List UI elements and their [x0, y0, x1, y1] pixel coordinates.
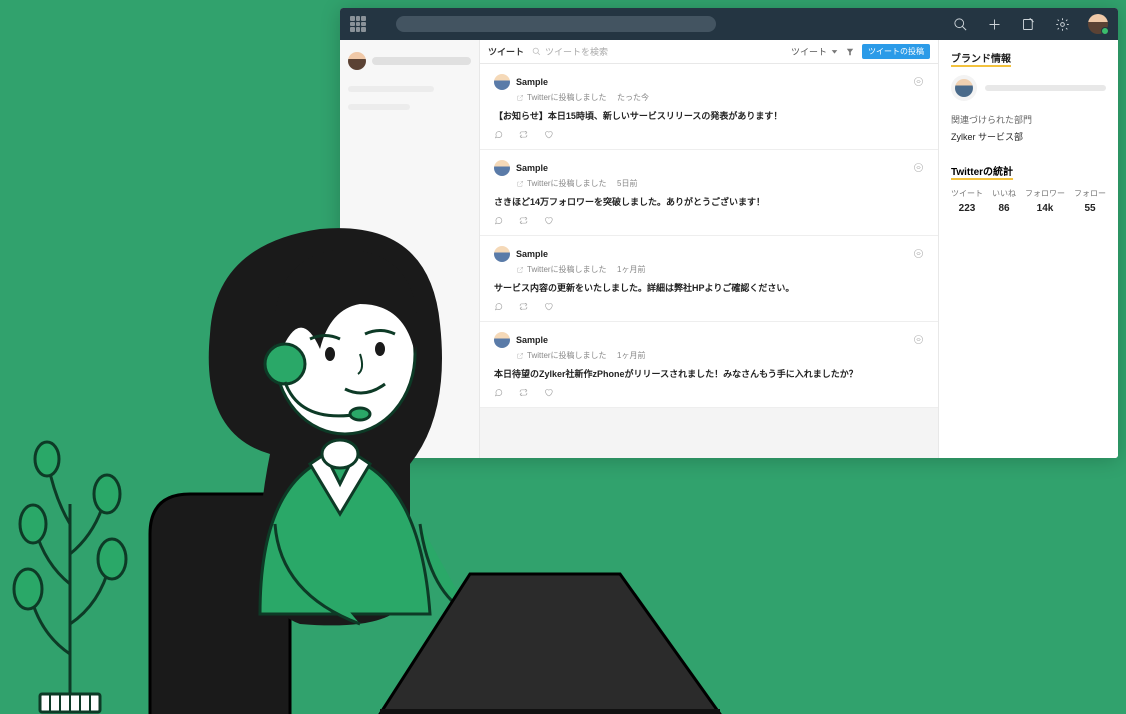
search-icon[interactable] — [952, 16, 968, 32]
retweet-icon[interactable] — [519, 302, 528, 311]
note-icon[interactable] — [1020, 16, 1036, 32]
like-icon[interactable] — [544, 302, 553, 311]
post-avatar — [494, 160, 510, 176]
placeholder-line — [348, 104, 410, 110]
external-link-icon — [516, 180, 524, 188]
feed-search-placeholder: ツイートを検索 — [545, 45, 608, 58]
retweet-icon[interactable] — [519, 216, 528, 225]
external-link-icon — [516, 94, 524, 102]
retweet-icon[interactable] — [519, 388, 528, 397]
stat-likes: いいね86 — [992, 188, 1016, 214]
brand-info-title: ブランド情報 — [951, 50, 1106, 65]
filter-icon[interactable] — [846, 48, 854, 56]
post-avatar — [494, 332, 510, 348]
gear-icon[interactable] — [1054, 16, 1070, 32]
brand-mark-icon — [913, 160, 924, 178]
post-actions — [494, 216, 924, 225]
like-icon[interactable] — [544, 388, 553, 397]
post-body: サービス内容の更新をいたしました。詳細は弊社HPよりご確認ください。 — [494, 281, 924, 294]
feed-search-input[interactable]: ツイートを検索 — [532, 45, 783, 58]
post-body: さきほど14万フォロワーを突破しました。ありがとうございます！ — [494, 195, 924, 208]
brand-mark-icon — [913, 246, 924, 264]
reply-icon[interactable] — [494, 130, 503, 139]
user-avatar[interactable] — [1088, 14, 1108, 34]
external-link-icon — [516, 352, 524, 360]
placeholder-line — [372, 57, 471, 65]
post-meta: Twitterに投稿しました たった今 — [516, 92, 924, 103]
post-actions — [494, 388, 924, 397]
reply-icon[interactable] — [494, 216, 503, 225]
topbar — [340, 8, 1118, 40]
apps-menu-icon[interactable] — [350, 16, 366, 32]
placeholder-line — [985, 85, 1106, 91]
placeholder-line — [348, 86, 434, 92]
external-link-icon — [516, 266, 524, 274]
compose-tweet-button[interactable]: ツイートの投稿 — [862, 44, 930, 59]
right-panel: ブランド情報 関連づけられた部門 Zylker サービス部 Twitterの統計… — [938, 40, 1118, 458]
dept-label: 関連づけられた部門 — [951, 113, 1106, 126]
feed-header: ツイート ツイートを検索 ツイート ツイートの投稿 — [480, 40, 938, 64]
post-actions — [494, 302, 924, 311]
post-avatar — [494, 246, 510, 262]
post-body: 【お知らせ】本日15時頃、新しいサービスリリースの発表があります！ — [494, 109, 924, 122]
brand-mark-icon — [913, 332, 924, 350]
stat-tweets: ツイート223 — [951, 188, 983, 214]
post-item: Sample Twitterに投稿しました 1ヶ月前 本日待望のZylker社新… — [480, 322, 938, 408]
post-item: Sample Twitterに投稿しました たった今 【お知らせ】本日15時頃、… — [480, 64, 938, 150]
post-body: 本日待望のZylker社新作zPhoneがリリースされました！みなさんもう手に入… — [494, 367, 924, 380]
brand-mark-icon — [913, 74, 924, 92]
post-actions — [494, 130, 924, 139]
like-icon[interactable] — [544, 216, 553, 225]
post-author: Sample — [516, 249, 548, 259]
sidebar-user[interactable] — [348, 48, 471, 74]
reply-icon[interactable] — [494, 388, 503, 397]
avatar — [348, 52, 366, 70]
stat-followers: フォロワー14k — [1025, 188, 1065, 214]
brand-avatar — [951, 75, 977, 101]
dept-value: Zylker サービス部 — [951, 130, 1106, 143]
left-sidebar — [340, 40, 480, 458]
feed-filter-dropdown[interactable]: ツイート — [791, 45, 838, 58]
stats-row: ツイート223 いいね86 フォロワー14k フォロー55 — [951, 188, 1106, 214]
app-window: ツイート ツイートを検索 ツイート ツイートの投稿 Sample Twitter… — [340, 8, 1118, 458]
like-icon[interactable] — [544, 130, 553, 139]
post-meta: Twitterに投稿しました 1ヶ月前 — [516, 350, 924, 361]
post-item: Sample Twitterに投稿しました 1ヶ月前 サービス内容の更新をいたし… — [480, 236, 938, 322]
reply-icon[interactable] — [494, 302, 503, 311]
post-meta: Twitterに投稿しました 5日前 — [516, 178, 924, 189]
post-author: Sample — [516, 335, 548, 345]
feed-panel: ツイート ツイートを検索 ツイート ツイートの投稿 Sample Twitter… — [480, 40, 938, 458]
add-icon[interactable] — [986, 16, 1002, 32]
feed-list: Sample Twitterに投稿しました たった今 【お知らせ】本日15時頃、… — [480, 64, 938, 458]
post-avatar — [494, 74, 510, 90]
feed-tab[interactable]: ツイート — [488, 45, 524, 58]
post-meta: Twitterに投稿しました 1ヶ月前 — [516, 264, 924, 275]
post-item: Sample Twitterに投稿しました 5日前 さきほど14万フォロワーを突… — [480, 150, 938, 236]
post-author: Sample — [516, 77, 548, 87]
post-author: Sample — [516, 163, 548, 173]
global-search-input[interactable] — [396, 16, 716, 32]
retweet-icon[interactable] — [519, 130, 528, 139]
stats-title: Twitterの統計 — [951, 163, 1106, 178]
stat-following: フォロー55 — [1074, 188, 1106, 214]
